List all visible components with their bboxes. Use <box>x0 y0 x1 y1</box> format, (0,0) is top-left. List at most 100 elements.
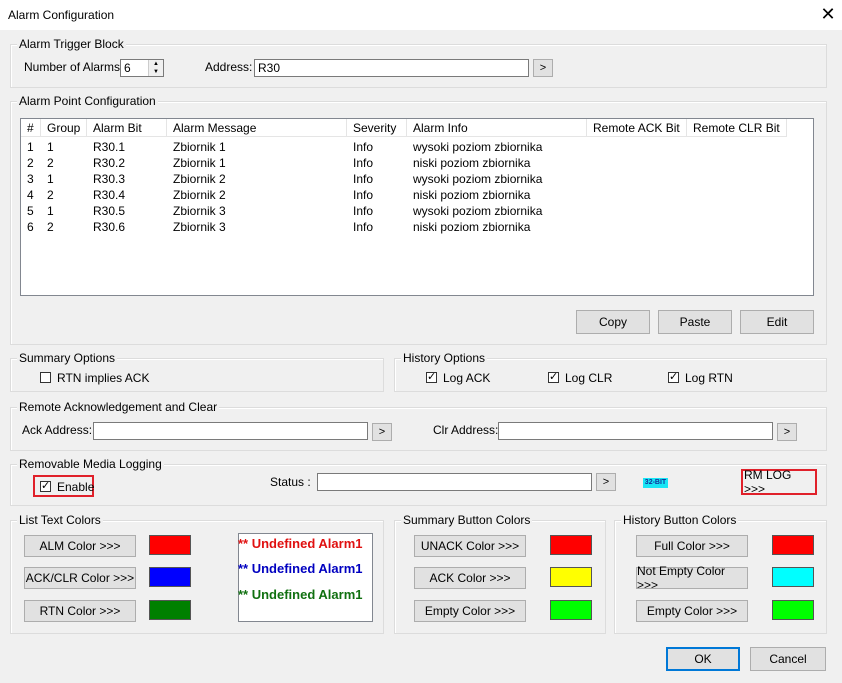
alarm-point-list[interactable]: # Group Alarm Bit Alarm Message Severity… <box>20 118 814 296</box>
alarm-point-configuration-legend: Alarm Point Configuration <box>17 94 158 108</box>
status-input[interactable] <box>317 473 592 491</box>
address-label: Address: <box>205 60 253 74</box>
full-color-swatch[interactable] <box>772 535 814 555</box>
table-cell: niski poziom zbiornika <box>413 156 531 170</box>
table-cell: Info <box>353 220 374 234</box>
preview-alm-text: ** Undefined Alarm1 <box>238 536 363 551</box>
table-cell: Info <box>353 188 374 202</box>
unack-color-button[interactable]: UNACK Color >>> <box>414 535 526 557</box>
table-cell: R30.3 <box>93 172 126 186</box>
table-cell <box>687 139 793 155</box>
table-cell <box>687 219 793 235</box>
log-rtn-checkbox[interactable]: ✓ <box>668 372 679 383</box>
number-of-alarms-value: 6 <box>124 61 131 75</box>
table-cell: wysoki poziom zbiornika <box>413 140 543 154</box>
clr-address-browse-button[interactable]: > <box>777 423 797 441</box>
column-header-severity[interactable]: Severity <box>347 119 407 137</box>
table-cell <box>687 187 793 203</box>
history-button-colors-legend: History Button Colors <box>621 513 739 527</box>
table-cell: 2 <box>47 220 54 234</box>
rm-log-button[interactable]: RM LOG >>> <box>744 468 814 496</box>
ack-color-swatch[interactable] <box>550 567 592 587</box>
ack-address-input[interactable] <box>93 422 368 440</box>
table-cell <box>587 187 693 203</box>
rtn-color-swatch[interactable] <box>149 600 191 620</box>
summary-button-colors-legend: Summary Button Colors <box>401 513 533 527</box>
log-rtn-label: Log RTN <box>685 371 733 385</box>
table-cell: R30.1 <box>93 140 126 154</box>
log-clr-checkbox[interactable]: ✓ <box>548 372 559 383</box>
column-header-group[interactable]: Group <box>41 119 87 137</box>
32-bit-badge: 32-BIT <box>643 478 668 488</box>
table-cell: niski poziom zbiornika <box>413 220 531 234</box>
removable-media-logging-legend: Removable Media Logging <box>17 457 164 471</box>
rtn-color-button[interactable]: RTN Color >>> <box>24 600 136 622</box>
not-empty-color-button[interactable]: Not Empty Color >>> <box>636 564 748 592</box>
copy-button[interactable]: Copy <box>576 310 650 334</box>
clr-address-input[interactable] <box>498 422 773 440</box>
alm-color-button[interactable]: ALM Color >>> <box>24 535 136 557</box>
trigger-address-input[interactable]: R30 <box>254 59 529 77</box>
summary-empty-color-button[interactable]: Empty Color >>> <box>414 600 526 622</box>
full-color-button[interactable]: Full Color >>> <box>636 535 748 557</box>
trigger-address-browse-button[interactable]: > <box>533 59 553 77</box>
column-header-alarm-info[interactable]: Alarm Info <box>407 119 587 137</box>
table-cell: wysoki poziom zbiornika <box>413 172 543 186</box>
history-empty-color-swatch[interactable] <box>772 600 814 620</box>
number-of-alarms-spinner[interactable]: 6 ▲ ▼ <box>120 59 164 77</box>
table-cell: R30.4 <box>93 188 126 202</box>
table-cell <box>587 203 693 219</box>
table-cell: Zbiornik 2 <box>173 172 226 186</box>
column-header-alarm-bit[interactable]: Alarm Bit <box>87 119 167 137</box>
not-empty-color-swatch[interactable] <box>772 567 814 587</box>
preview-ackclr-text: ** Undefined Alarm1 <box>238 561 363 576</box>
ack-color-button[interactable]: ACK Color >>> <box>414 567 526 589</box>
table-cell: Info <box>353 140 374 154</box>
rtn-implies-ack-checkbox[interactable] <box>40 372 51 383</box>
table-cell: Zbiornik 3 <box>173 204 226 218</box>
title-bar <box>0 0 842 30</box>
window-title: Alarm Configuration <box>8 8 115 22</box>
table-cell <box>687 203 793 219</box>
table-cell <box>687 155 793 171</box>
edit-button[interactable]: Edit <box>740 310 814 334</box>
log-clr-label: Log CLR <box>565 371 613 385</box>
ack-address-browse-button[interactable]: > <box>372 423 392 441</box>
table-cell: R30.6 <box>93 220 126 234</box>
table-cell <box>587 219 693 235</box>
log-ack-checkbox[interactable]: ✓ <box>426 372 437 383</box>
unack-color-swatch[interactable] <box>550 535 592 555</box>
rtn-implies-ack-label: RTN implies ACK <box>57 371 150 385</box>
enable-label: Enable <box>57 480 95 494</box>
status-label: Status : <box>270 475 311 489</box>
table-cell: Zbiornik 3 <box>173 220 226 234</box>
cancel-button[interactable]: Cancel <box>750 647 826 671</box>
enable-checkbox[interactable]: ✓ <box>40 481 51 492</box>
ack-clr-color-button[interactable]: ACK/CLR Color >>> <box>24 567 136 589</box>
column-header-remote-clr-bit[interactable]: Remote CLR Bit <box>687 119 787 137</box>
table-cell: Info <box>353 172 374 186</box>
table-cell: wysoki poziom zbiornika <box>413 204 543 218</box>
remote-ack-clear-legend: Remote Acknowledgement and Clear <box>17 400 220 414</box>
summary-empty-color-swatch[interactable] <box>550 600 592 620</box>
table-cell: 1 <box>47 204 54 218</box>
spinner-arrows-icon[interactable]: ▲ ▼ <box>148 60 163 76</box>
ok-button[interactable]: OK <box>666 647 740 671</box>
table-cell <box>687 171 793 187</box>
paste-button[interactable]: Paste <box>658 310 732 334</box>
status-browse-button[interactable]: > <box>596 473 616 491</box>
alm-color-swatch[interactable] <box>149 535 191 555</box>
column-header-alarm-message[interactable]: Alarm Message <box>167 119 347 137</box>
close-icon[interactable]: ✕ <box>818 3 838 25</box>
history-empty-color-button[interactable]: Empty Color >>> <box>636 600 748 622</box>
table-cell: Zbiornik 1 <box>173 156 226 170</box>
ack-address-label: Ack Address: <box>22 423 93 437</box>
clr-address-label: Clr Address: <box>433 423 499 437</box>
table-cell: R30.5 <box>93 204 126 218</box>
column-header-remote-ack-bit[interactable]: Remote ACK Bit <box>587 119 687 137</box>
column-header-number[interactable]: # <box>21 119 41 137</box>
ack-clr-color-swatch[interactable] <box>149 567 191 587</box>
table-cell: 2 <box>47 188 54 202</box>
table-cell: Info <box>353 156 374 170</box>
preview-rtn-text: ** Undefined Alarm1 <box>238 587 363 602</box>
